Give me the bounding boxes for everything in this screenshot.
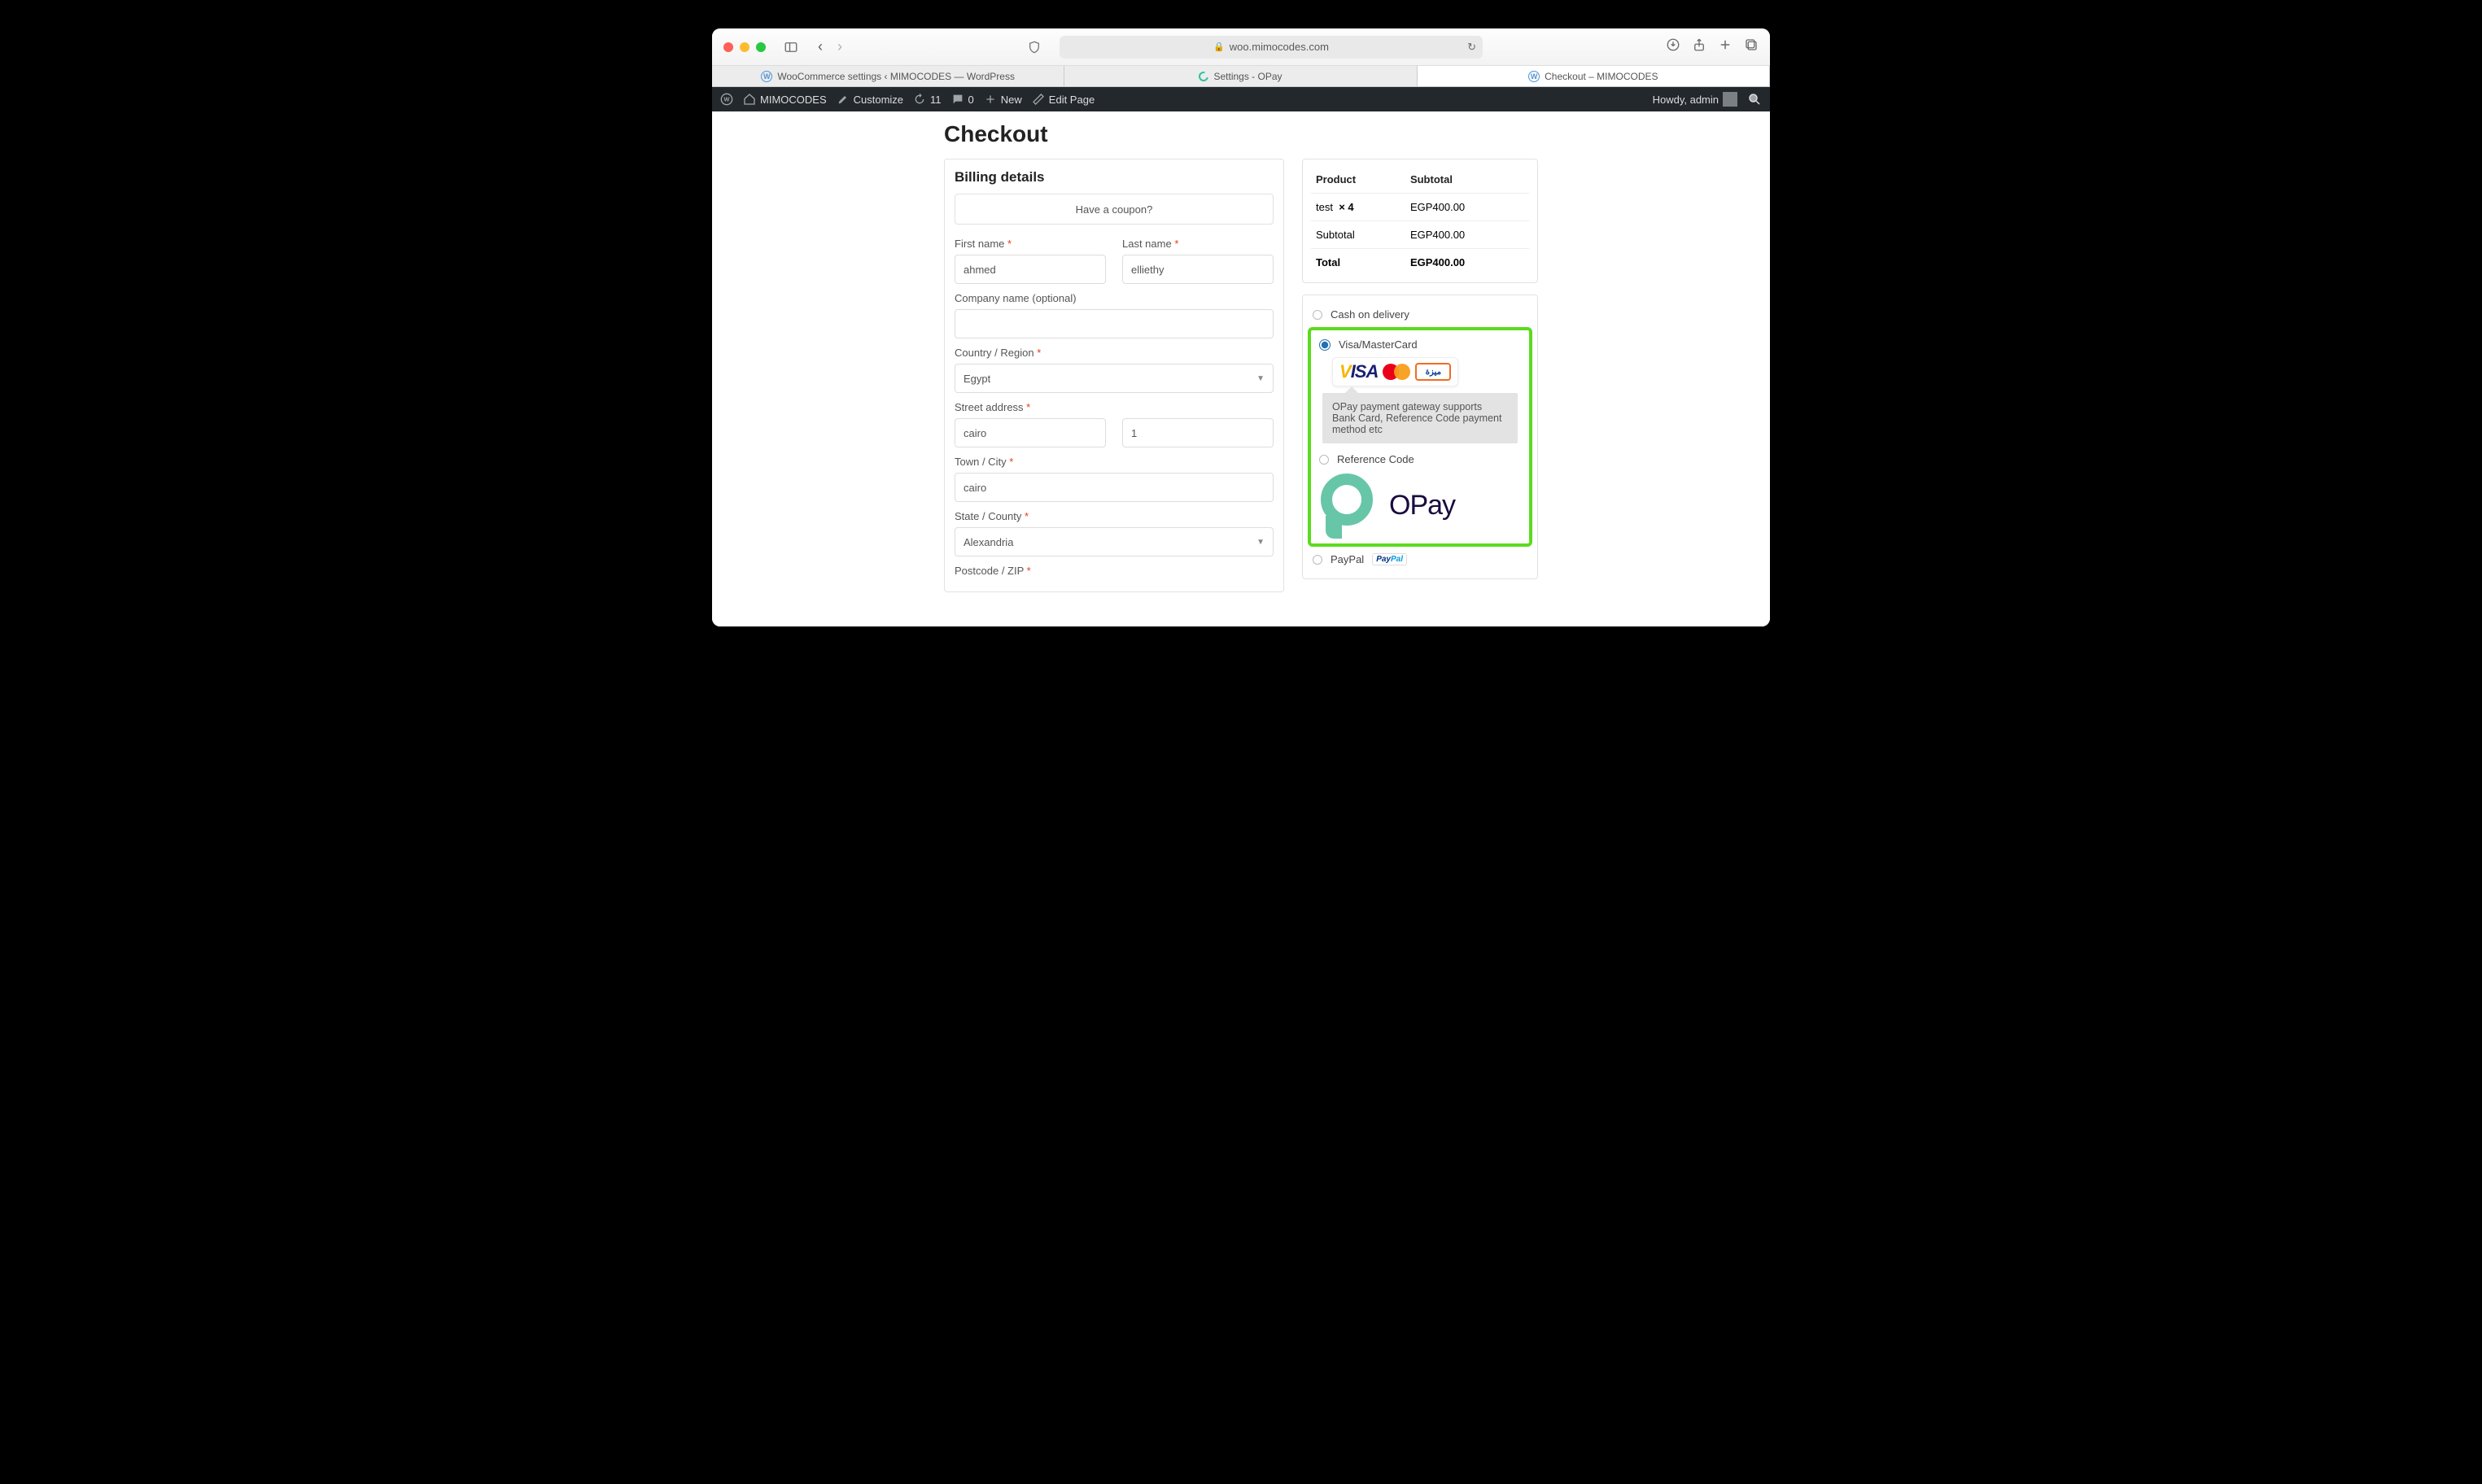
- browser-window: ‹ › 🔒 woo.mimocodes.com ↻ W WooCommerce …: [712, 28, 1770, 626]
- city-input[interactable]: [955, 473, 1274, 502]
- country-label: Country / Region *: [955, 347, 1274, 359]
- last-name-label: Last name *: [1122, 238, 1274, 250]
- maximize-window[interactable]: [756, 42, 766, 52]
- mastercard-logo: [1383, 363, 1410, 381]
- page-content: Checkout Billing details Have a coupon? …: [712, 111, 1770, 626]
- coupon-toggle[interactable]: Have a coupon?: [955, 194, 1274, 225]
- radio-visa[interactable]: [1319, 339, 1331, 351]
- payment-cod[interactable]: Cash on delivery: [1303, 303, 1537, 325]
- url-text: woo.mimocodes.com: [1230, 41, 1329, 53]
- col-subtotal: Subtotal: [1407, 166, 1529, 194]
- nav-buttons: ‹ ›: [813, 38, 847, 55]
- subtotal-row: Subtotal EGP400.00: [1311, 221, 1529, 249]
- last-name-input[interactable]: [1122, 255, 1274, 284]
- toolbar-right: [1666, 37, 1759, 56]
- wordpress-favicon: W: [1528, 71, 1540, 82]
- opay-highlight: Visa/MasterCard VISA ميزة OPay payment g…: [1308, 327, 1532, 547]
- total-row: Total EGP400.00: [1311, 249, 1529, 277]
- order-table: Product Subtotal test × 4 EGP400.00: [1311, 166, 1529, 276]
- meeza-logo: ميزة: [1415, 363, 1451, 381]
- forward-button[interactable]: ›: [832, 38, 847, 55]
- page-title: Checkout: [944, 121, 1538, 147]
- admin-search-icon[interactable]: [1747, 92, 1762, 107]
- reload-icon[interactable]: ↻: [1467, 41, 1476, 54]
- first-name-label: First name *: [955, 238, 1106, 250]
- state-label: State / County *: [955, 510, 1274, 522]
- tab-opay-settings[interactable]: Settings - OPay: [1064, 66, 1417, 86]
- radio-icon: [1313, 310, 1322, 320]
- opay-logo: OPay: [1321, 474, 1526, 537]
- avatar: [1723, 92, 1737, 107]
- site-name[interactable]: MIMOCODES: [743, 93, 827, 106]
- opay-wordmark: OPay: [1389, 490, 1455, 522]
- titlebar: ‹ › 🔒 woo.mimocodes.com ↻: [712, 28, 1770, 66]
- wordpress-favicon: W: [761, 71, 772, 82]
- close-window[interactable]: [723, 42, 733, 52]
- order-row: test × 4 EGP400.00: [1311, 194, 1529, 221]
- payment-visa-mastercard[interactable]: Visa/MasterCard: [1314, 334, 1526, 356]
- street-label: Street address *: [955, 401, 1274, 413]
- browser-tabs: W WooCommerce settings ‹ MIMOCODES — Wor…: [712, 66, 1770, 87]
- payment-description: OPay payment gateway supports Bank Card,…: [1322, 393, 1518, 443]
- lock-icon: 🔒: [1213, 41, 1225, 52]
- minimize-window[interactable]: [740, 42, 749, 52]
- order-summary: Product Subtotal test × 4 EGP400.00: [1302, 159, 1538, 283]
- first-name-input[interactable]: [955, 255, 1106, 284]
- company-input[interactable]: [955, 309, 1274, 338]
- back-button[interactable]: ‹: [813, 38, 828, 55]
- tab-label: Settings - OPay: [1213, 71, 1282, 82]
- tabs-overview-icon[interactable]: [1744, 37, 1759, 56]
- postcode-label: Postcode / ZIP *: [955, 565, 1274, 577]
- wp-logo[interactable]: W: [720, 93, 733, 106]
- chevron-down-icon: ▼: [1256, 538, 1265, 547]
- payment-paypal[interactable]: PayPal PayPal: [1303, 548, 1537, 570]
- tab-woocommerce-settings[interactable]: W WooCommerce settings ‹ MIMOCODES — Wor…: [712, 66, 1064, 86]
- share-icon[interactable]: [1692, 37, 1706, 56]
- tab-label: WooCommerce settings ‹ MIMOCODES — WordP…: [777, 71, 1015, 82]
- tab-checkout[interactable]: W Checkout – MIMOCODES: [1418, 66, 1770, 86]
- country-select[interactable]: Egypt ▼: [955, 364, 1274, 393]
- updates-link[interactable]: 11: [913, 93, 942, 106]
- paypal-logo: PayPal: [1372, 553, 1407, 565]
- opay-favicon: [1199, 72, 1208, 81]
- customize-link[interactable]: Customize: [837, 93, 903, 106]
- wp-admin-bar: W MIMOCODES Customize 11 0 New Edit Page…: [712, 87, 1770, 111]
- billing-heading: Billing details: [955, 169, 1274, 186]
- sidebar-toggle-icon[interactable]: [780, 38, 802, 56]
- company-label: Company name (optional): [955, 292, 1274, 304]
- street-input-2[interactable]: [1122, 418, 1274, 447]
- card-logos: VISA ميزة: [1332, 357, 1458, 386]
- howdy-user[interactable]: Howdy, admin: [1653, 92, 1737, 107]
- window-controls: [723, 42, 766, 52]
- col-product: Product: [1311, 166, 1407, 194]
- new-link[interactable]: New: [984, 93, 1022, 106]
- payment-reference-code[interactable]: Reference Code: [1314, 448, 1526, 470]
- city-label: Town / City *: [955, 456, 1274, 468]
- billing-panel: Billing details Have a coupon? First nam…: [944, 159, 1284, 592]
- svg-text:W: W: [724, 96, 730, 103]
- tab-label: Checkout – MIMOCODES: [1545, 71, 1658, 82]
- edit-page-link[interactable]: Edit Page: [1032, 93, 1095, 106]
- address-bar[interactable]: 🔒 woo.mimocodes.com ↻: [1060, 36, 1483, 59]
- opay-mark-icon: [1321, 474, 1376, 537]
- comments-link[interactable]: 0: [951, 93, 974, 106]
- downloads-icon[interactable]: [1666, 37, 1680, 56]
- payment-methods: Cash on delivery Visa/MasterCard VISA مي…: [1302, 295, 1538, 579]
- shield-icon[interactable]: [1024, 38, 1045, 56]
- radio-icon: [1313, 555, 1322, 565]
- street-input-1[interactable]: [955, 418, 1106, 447]
- chevron-down-icon: ▼: [1256, 374, 1265, 383]
- new-tab-icon[interactable]: [1718, 37, 1733, 56]
- radio-icon: [1319, 455, 1329, 465]
- state-select[interactable]: Alexandria ▼: [955, 527, 1274, 556]
- visa-logo: VISA: [1339, 361, 1378, 382]
